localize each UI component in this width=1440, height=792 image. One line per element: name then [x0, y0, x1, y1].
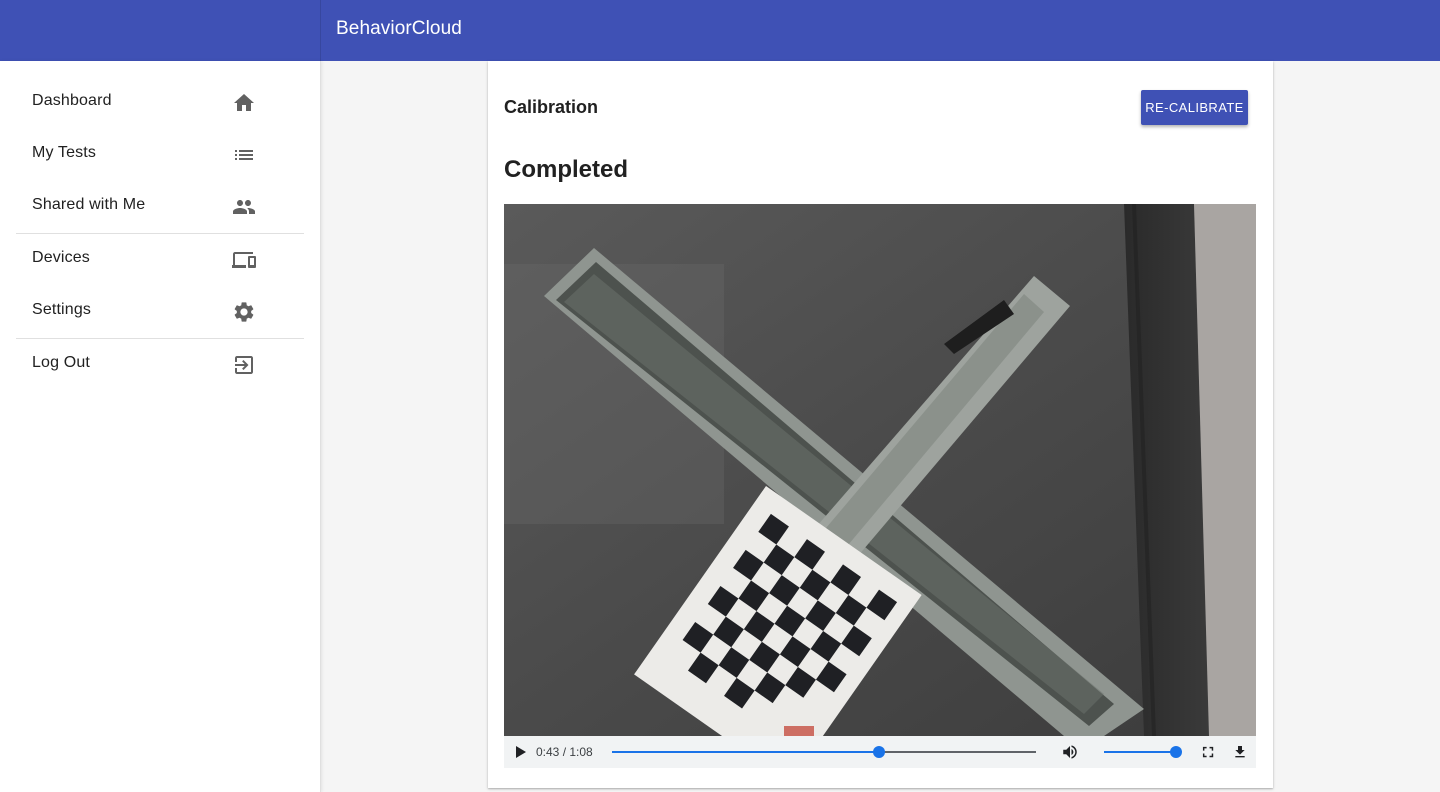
- app-title: BehaviorCloud: [336, 18, 462, 39]
- sidebar-item-my-tests[interactable]: My Tests: [0, 129, 320, 181]
- sidebar: Dashboard My Tests Shared with Me Device…: [0, 61, 321, 792]
- calibration-card: Calibration RE-CALIBRATE Completed 0:43 …: [488, 61, 1273, 788]
- app-bar-divider: [320, 0, 321, 61]
- fullscreen-icon[interactable]: [1200, 744, 1216, 765]
- volume-fill: [1104, 751, 1176, 753]
- video-still-image: [504, 204, 1256, 736]
- sidebar-item-settings[interactable]: Settings: [0, 286, 320, 338]
- calibration-status: Completed: [504, 156, 629, 183]
- sidebar-item-label: Log Out: [32, 354, 90, 371]
- sidebar-item-label: My Tests: [32, 144, 97, 161]
- devices-icon: [232, 248, 256, 272]
- exit-icon: [232, 353, 256, 377]
- home-icon: [232, 91, 256, 115]
- app-bar: BehaviorCloud: [0, 0, 1440, 61]
- sidebar-item-label: Settings: [32, 301, 92, 318]
- video-progress-thumb[interactable]: [873, 746, 886, 758]
- play-icon[interactable]: [512, 744, 528, 765]
- sidebar-item-devices[interactable]: Devices: [0, 234, 320, 286]
- sidebar-item-label: Devices: [32, 249, 90, 266]
- sidebar-item-label: Dashboard: [32, 92, 112, 109]
- video-progress-fill: [612, 751, 880, 753]
- video-frame[interactable]: [504, 204, 1256, 736]
- download-icon[interactable]: [1232, 743, 1248, 766]
- card-title: Calibration: [504, 97, 599, 117]
- sidebar-item-label: Shared with Me: [32, 196, 146, 213]
- video-controls: 0:43 / 1:08: [504, 736, 1256, 768]
- sidebar-item-log-out[interactable]: Log Out: [0, 339, 320, 391]
- recalibrate-button[interactable]: RE-CALIBRATE: [1141, 90, 1248, 125]
- volume-thumb[interactable]: [1170, 746, 1182, 758]
- video-player[interactable]: 0:43 / 1:08: [504, 204, 1256, 768]
- app-bar-left-area: [0, 0, 321, 61]
- main-content: Calibration RE-CALIBRATE Completed 0:43 …: [321, 61, 1440, 792]
- list-icon: [232, 143, 256, 167]
- sidebar-item-dashboard[interactable]: Dashboard: [0, 77, 320, 129]
- people-icon: [232, 195, 256, 219]
- volume-icon[interactable]: [1060, 743, 1080, 766]
- video-time-display: 0:43 / 1:08: [536, 745, 593, 759]
- sidebar-item-shared-with-me[interactable]: Shared with Me: [0, 181, 320, 233]
- gear-icon: [232, 300, 256, 324]
